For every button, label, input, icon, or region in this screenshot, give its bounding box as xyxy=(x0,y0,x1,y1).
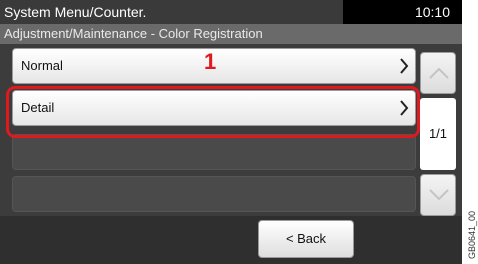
back-button[interactable]: < Back xyxy=(258,220,354,258)
chevron-up-icon xyxy=(429,67,449,79)
figure-code: GB0641_00 xyxy=(464,192,478,264)
breadcrumb-bar: Adjustment/Maintenance - Color Registrat… xyxy=(0,24,462,44)
screen-title: System Menu/Counter. xyxy=(4,4,147,20)
bottom-bar xyxy=(0,216,462,264)
page-panel: 1/1 xyxy=(420,98,456,170)
chevron-right-icon xyxy=(400,58,409,74)
list-item-empty xyxy=(12,134,416,170)
scroll-up-button[interactable] xyxy=(420,52,456,94)
figure-code-label: GB0641_00 xyxy=(467,210,477,259)
title-bar: System Menu/Counter. 10:10 xyxy=(0,0,462,24)
clock: 10:10 xyxy=(414,4,450,20)
list-item-empty xyxy=(12,176,416,212)
step-number: 1 xyxy=(204,49,217,74)
page-indicator: 1/1 xyxy=(428,126,448,141)
title-box: System Menu/Counter. xyxy=(0,0,343,24)
scroll-down-button[interactable] xyxy=(420,174,456,216)
highlight-box xyxy=(6,86,420,138)
list-item-label: Normal xyxy=(21,58,63,73)
breadcrumb: Adjustment/Maintenance - Color Registrat… xyxy=(4,26,263,41)
chevron-down-icon xyxy=(429,189,449,201)
